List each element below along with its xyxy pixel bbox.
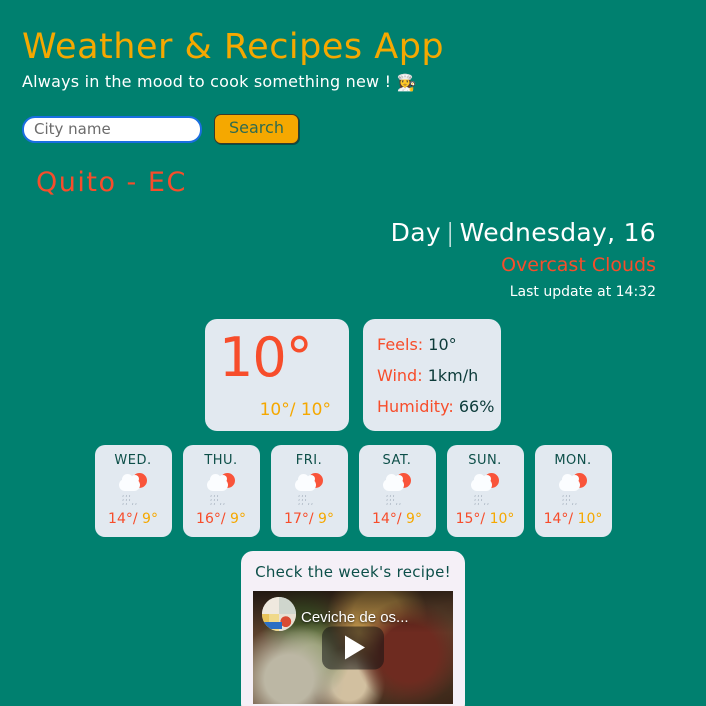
day-separator: | bbox=[445, 218, 455, 247]
current-min-max: 10°/ 10° bbox=[219, 399, 335, 421]
detail-feels: Feels: 10° bbox=[377, 335, 501, 355]
forecast-temps: 16°/ 9° bbox=[196, 510, 246, 528]
sun-behind-rain-cloud-icon: ,,, ,,,,, ,, bbox=[116, 472, 150, 506]
forecast-min-temp: 9° bbox=[318, 511, 334, 527]
rain-drops: ,,, ,,,,, ,, bbox=[298, 490, 315, 506]
search-form: Search bbox=[22, 114, 706, 144]
play-triangle bbox=[345, 635, 365, 660]
forecast-temps: 14°/ 10° bbox=[544, 510, 603, 528]
recipe-title: Check the week's recipe! bbox=[255, 563, 451, 581]
day-value: Wednesday, 16 bbox=[459, 218, 656, 247]
forecast-temp-separator: / bbox=[568, 511, 574, 527]
rain-drops: ,,, ,,,,, ,, bbox=[386, 490, 403, 506]
forecast-min-temp: 10° bbox=[577, 511, 603, 527]
current-weather-row: 10° 10°/ 10° Feels: 10° Wind: 1km/h Humi… bbox=[0, 319, 706, 431]
forecast-max-temp: 14° bbox=[372, 511, 397, 527]
app-header: Weather & Recipes App Always in the mood… bbox=[0, 0, 706, 144]
forecast-max-temp: 15° bbox=[455, 511, 481, 527]
page-title: Weather & Recipes App bbox=[22, 27, 445, 67]
day-label: Day bbox=[390, 218, 441, 247]
detail-humidity-value: 66% bbox=[458, 397, 495, 416]
rain-drops: ,,, ,,,,, ,, bbox=[210, 490, 227, 506]
rain-drops: ,,, ,,,,, ,, bbox=[122, 490, 139, 506]
detail-humidity: Humidity: 66% bbox=[377, 397, 501, 417]
forecast-temps: 17°/ 9° bbox=[284, 510, 334, 528]
chef-icon: 👩‍🍳 bbox=[396, 73, 417, 92]
last-update: Last update at 14:32 bbox=[509, 284, 656, 300]
rain-drops: ,,, ,,,,, ,, bbox=[474, 490, 491, 506]
forecast-max-temp: 14° bbox=[108, 511, 133, 527]
forecast-card: THU. ,,, ,,,,, ,, 16°/ 9° bbox=[182, 445, 260, 537]
forecast-temp-separator: / bbox=[396, 511, 402, 527]
forecast-day-label: SUN. bbox=[468, 453, 502, 468]
search-button[interactable]: Search bbox=[214, 114, 299, 144]
forecast-temps: 15°/ 10° bbox=[456, 510, 515, 528]
app-subtitle-text: Always in the mood to cook something new… bbox=[22, 72, 392, 91]
sun-behind-rain-cloud-icon: ,,, ,,,,, ,, bbox=[468, 472, 502, 506]
forecast-day-label: FRI. bbox=[295, 453, 323, 468]
forecast-max-temp: 17° bbox=[284, 511, 309, 527]
forecast-temp-separator: / bbox=[132, 511, 138, 527]
current-min-temp: 10° bbox=[300, 400, 331, 420]
detail-wind: Wind: 1km/h bbox=[377, 366, 501, 386]
forecast-max-temp: 14° bbox=[543, 511, 569, 527]
forecast-day-label: THU. bbox=[204, 453, 238, 468]
forecast-temp-separator: / bbox=[308, 511, 314, 527]
day-line: Day | Wednesday, 16 bbox=[0, 217, 656, 249]
current-max-temp: 10° bbox=[259, 400, 290, 420]
forecast-day-label: MON. bbox=[554, 453, 592, 468]
weather-recipes-app: Weather & Recipes App Always in the mood… bbox=[0, 0, 706, 706]
rain-drops: ,,, ,,,,, ,, bbox=[562, 490, 579, 506]
forecast-card: FRI. ,,, ,,,,, ,, 17°/ 9° bbox=[270, 445, 348, 537]
forecast-temps: 14°/ 9° bbox=[372, 510, 422, 528]
avatar-quadrant bbox=[279, 597, 296, 614]
current-temperature: 10° bbox=[219, 326, 313, 389]
recipe-card: Check the week's recipe! Ceviche de os..… bbox=[241, 551, 465, 706]
forecast-card: MON. ,,, ,,,,, ,, 14°/ 10° bbox=[534, 445, 612, 537]
avatar-quadrant bbox=[262, 597, 279, 614]
video-title[interactable]: Ceviche de os... bbox=[301, 609, 409, 627]
city-name: Quito - EC bbox=[36, 167, 187, 198]
current-details-card: Feels: 10° Wind: 1km/h Humidity: 66% bbox=[363, 319, 501, 431]
detail-feels-label: Feels: bbox=[377, 335, 424, 354]
min-max-separator: / bbox=[289, 400, 296, 420]
search-input[interactable] bbox=[22, 115, 202, 143]
weather-description: Overcast Clouds bbox=[501, 254, 656, 276]
forecast-min-temp: 9° bbox=[230, 511, 246, 527]
forecast-temp-separator: / bbox=[480, 511, 486, 527]
recipe-section: Check the week's recipe! Ceviche de os..… bbox=[0, 551, 706, 706]
forecast-day-label: WED. bbox=[114, 453, 152, 468]
app-subtitle: Always in the mood to cook something new… bbox=[22, 70, 706, 95]
current-temperature-card: 10° 10°/ 10° bbox=[205, 319, 349, 431]
sun-behind-rain-cloud-icon: ,,, ,,,,, ,, bbox=[292, 472, 326, 506]
detail-wind-label: Wind: bbox=[377, 366, 423, 385]
detail-wind-value: 1km/h bbox=[427, 366, 479, 385]
sun-behind-rain-cloud-icon: ,,, ,,,,, ,, bbox=[204, 472, 238, 506]
forecast-temp-separator: / bbox=[220, 511, 226, 527]
forecast-temps: 14°/ 9° bbox=[108, 510, 158, 528]
forecast-card: SAT. ,,, ,,,,, ,, 14°/ 9° bbox=[358, 445, 436, 537]
forecast-day-label: SAT. bbox=[382, 453, 412, 468]
sun-behind-rain-cloud-icon: ,,, ,,,,, ,, bbox=[556, 472, 590, 506]
recipe-video-player[interactable]: Ceviche de os... bbox=[253, 591, 453, 704]
detail-feels-value: 10° bbox=[428, 335, 457, 354]
play-icon[interactable] bbox=[322, 626, 384, 669]
forecast-max-temp: 16° bbox=[196, 511, 221, 527]
channel-avatar[interactable] bbox=[262, 597, 296, 631]
forecast-min-temp: 9° bbox=[142, 511, 158, 527]
day-info: Day | Wednesday, 16 Overcast Clouds Last u… bbox=[0, 217, 706, 303]
detail-humidity-label: Humidity: bbox=[377, 397, 454, 416]
forecast-min-temp: 10° bbox=[489, 511, 515, 527]
forecast-card: WED. ,,, ,,,,, ,, 14°/ 9° bbox=[94, 445, 172, 537]
sun-behind-rain-cloud-icon: ,,, ,,,,, ,, bbox=[380, 472, 414, 506]
forecast-card: SUN. ,,, ,,,,, ,, 15°/ 10° bbox=[446, 445, 524, 537]
avatar-strip bbox=[262, 622, 283, 629]
forecast-row: WED. ,,, ,,,,, ,, 14°/ 9° THU. ,,, ,,,,,… bbox=[0, 445, 706, 537]
forecast-min-temp: 9° bbox=[406, 511, 422, 527]
